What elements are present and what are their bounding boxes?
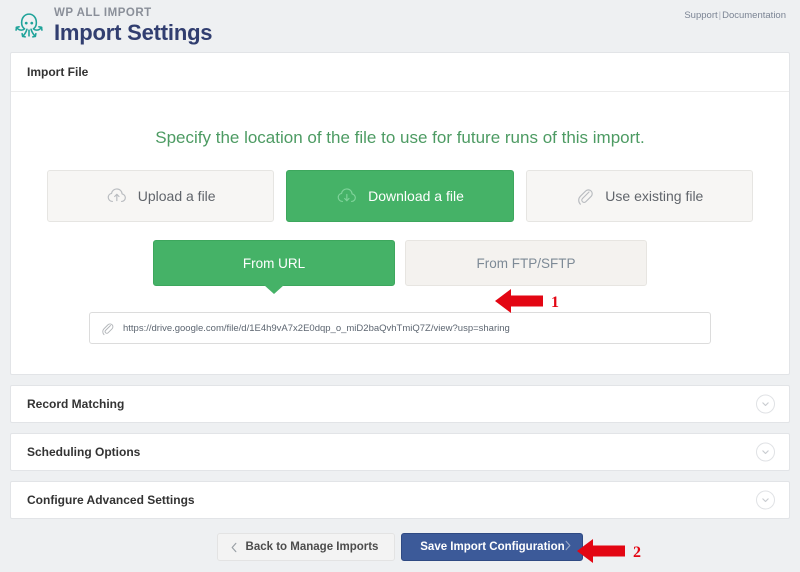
support-link[interactable]: Support — [684, 10, 717, 21]
accordion-record-matching-label: Record Matching — [27, 397, 125, 411]
octopus-logo-icon — [10, 7, 48, 45]
upload-a-file-label: Upload a file — [137, 188, 216, 204]
download-a-file-label: Download a file — [368, 188, 464, 204]
chevron-right-icon — [564, 540, 572, 554]
accordion-scheduling-options-label: Scheduling Options — [27, 445, 141, 459]
chevron-down-icon[interactable] — [756, 490, 775, 510]
accordion-scheduling-options[interactable]: Scheduling Options — [10, 433, 790, 471]
accordion-configure-advanced-settings-label: Configure Advanced Settings — [27, 493, 195, 507]
upload-a-file-button[interactable]: Upload a file — [47, 170, 275, 222]
footer-actions: Back to Manage Imports Save Import Confi… — [0, 533, 800, 561]
tab-from-ftp-sftp-label: From FTP/SFTP — [476, 255, 576, 271]
save-import-configuration-label: Save Import Configuration — [420, 541, 565, 553]
url-input-wrapper[interactable] — [89, 312, 711, 344]
back-to-manage-imports-label: Back to Manage Imports — [245, 541, 379, 553]
url-input[interactable] — [123, 322, 700, 334]
brand-subtitle: WP ALL IMPORT — [54, 6, 152, 19]
back-to-manage-imports-button[interactable]: Back to Manage Imports — [216, 533, 396, 561]
page-title: Import Settings — [54, 20, 213, 46]
import-file-panel: Import File Specify the location of the … — [10, 52, 790, 375]
source-selector-row: Upload a file Download a file Use existi… — [47, 170, 753, 222]
source-subtabs: From URL From FTP/SFTP — [153, 240, 647, 286]
save-import-configuration-button[interactable]: Save Import Configuration — [401, 533, 584, 561]
tab-from-ftp-sftp[interactable]: From FTP/SFTP — [405, 240, 647, 286]
paperclip-icon — [100, 321, 115, 336]
import-file-intro-text: Specify the location of the file to use … — [155, 128, 645, 147]
import-file-panel-body: Specify the location of the file to use … — [11, 92, 789, 374]
tab-from-url[interactable]: From URL — [153, 240, 395, 286]
use-existing-file-label: Use existing file — [605, 188, 704, 204]
tab-from-url-label: From URL — [242, 255, 306, 271]
cloud-upload-icon — [106, 186, 128, 206]
cloud-download-icon — [336, 186, 358, 206]
chevron-down-icon[interactable] — [756, 394, 775, 414]
accordion-record-matching[interactable]: Record Matching — [10, 385, 790, 423]
import-file-panel-title: Import File — [11, 53, 789, 92]
use-existing-file-button[interactable]: Use existing file — [525, 170, 753, 222]
documentation-link[interactable]: Documentation — [722, 10, 786, 21]
download-a-file-button[interactable]: Download a file — [286, 170, 514, 222]
links-separator: | — [718, 10, 722, 21]
header-links: Support|Documentation — [684, 10, 786, 21]
page-header: WP ALL IMPORT Import Settings Support|Do… — [0, 0, 800, 52]
chevron-down-icon[interactable] — [756, 442, 775, 462]
brand-text: WP ALL IMPORT Import Settings — [54, 6, 213, 46]
chevron-left-icon — [230, 542, 238, 553]
accordion-configure-advanced-settings[interactable]: Configure Advanced Settings — [10, 481, 790, 519]
paperclip-icon — [575, 186, 595, 206]
